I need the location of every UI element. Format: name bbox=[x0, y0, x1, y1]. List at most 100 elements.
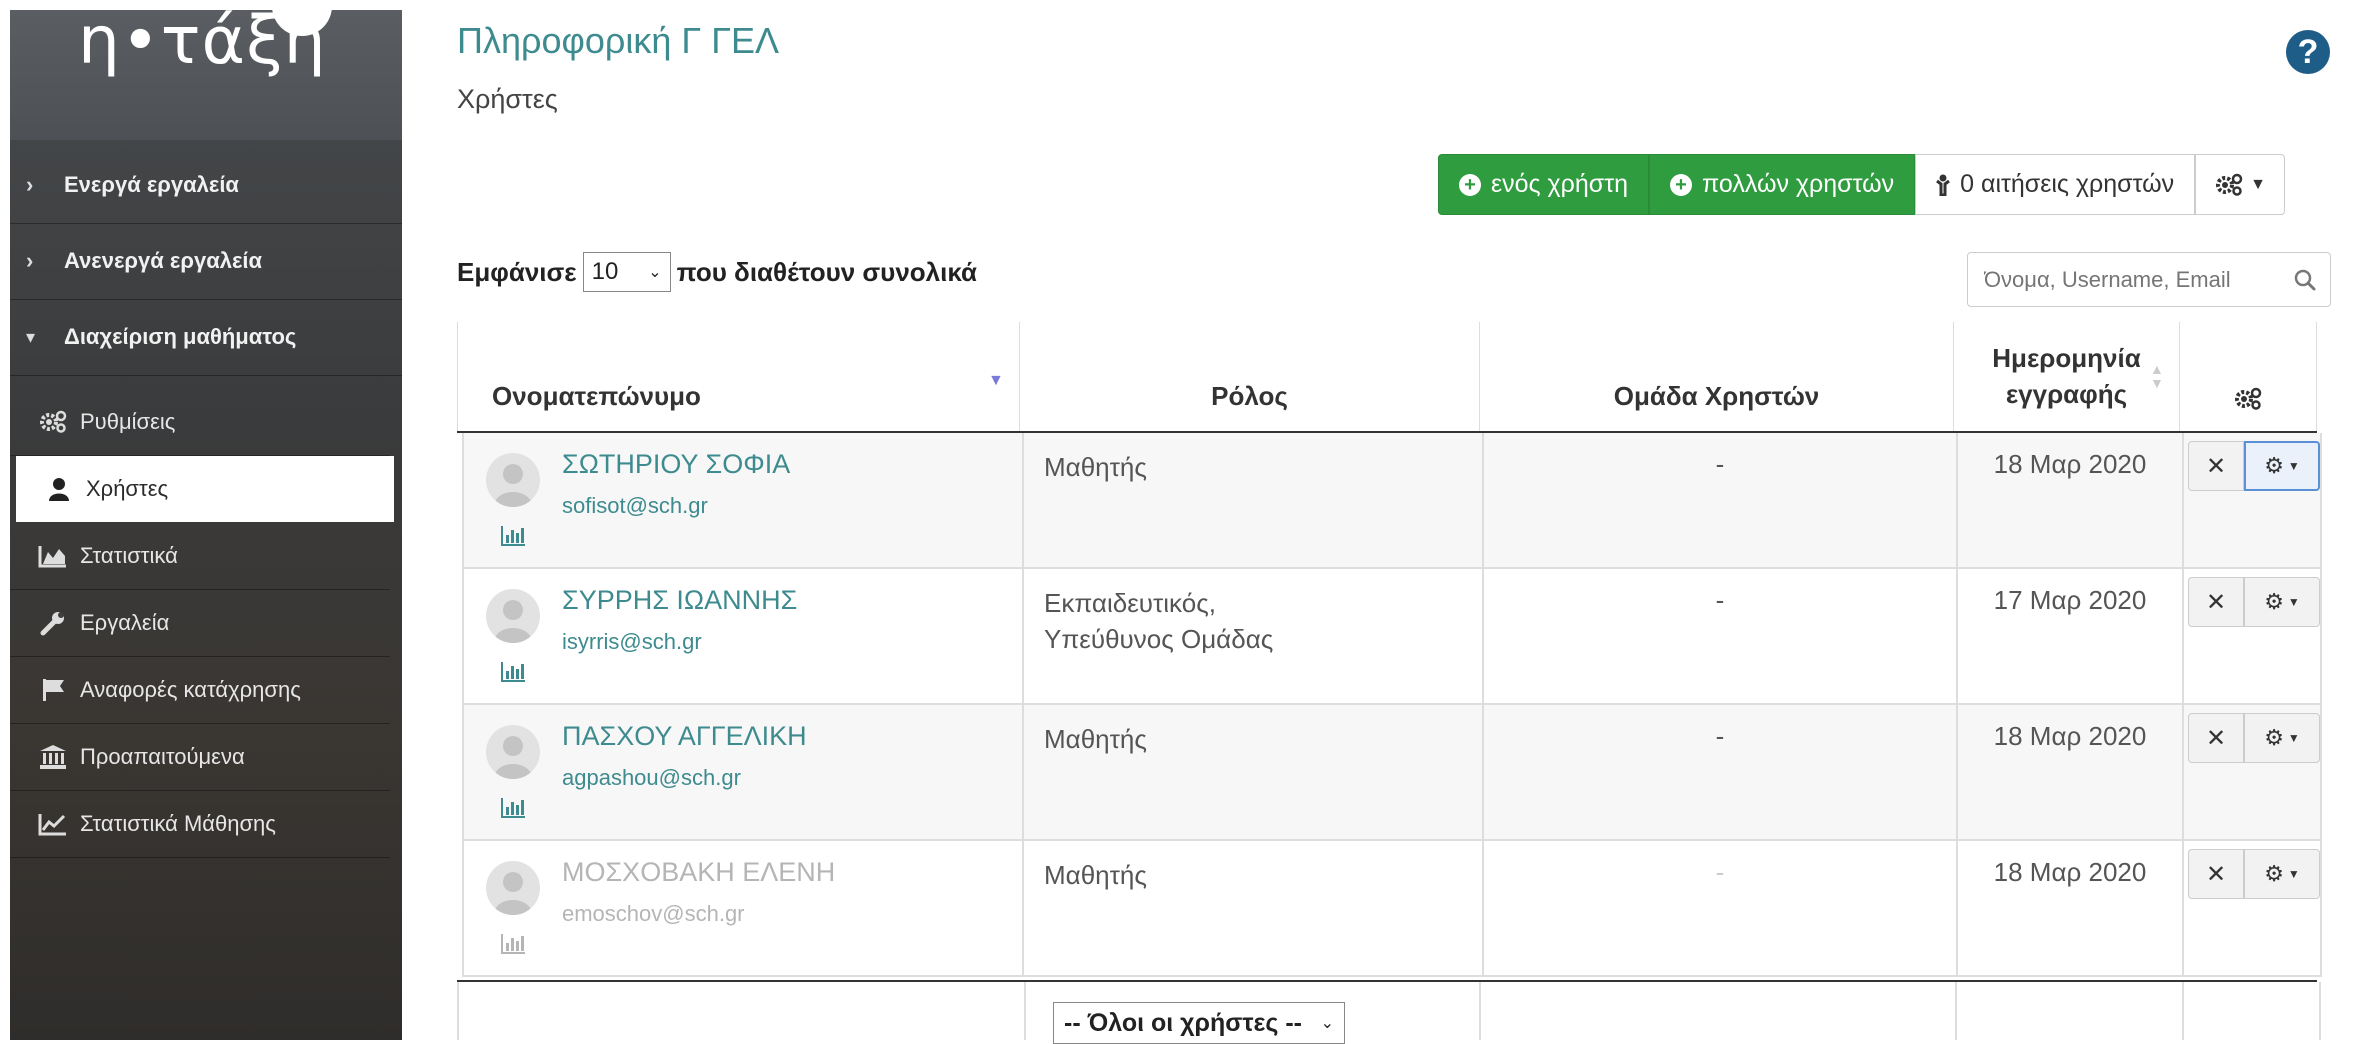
page-size-select[interactable]: 10 ⌄ bbox=[582, 252, 671, 292]
add-multiple-users-button[interactable]: + πολλών χρηστών bbox=[1649, 154, 1916, 215]
sidebar-item-prerequisites[interactable]: Προαπαιτούμενα bbox=[10, 724, 390, 791]
role-cell: Εκπαιδευτικός, Υπεύθυνος Ομάδας bbox=[1024, 569, 1484, 703]
column-divider bbox=[1024, 982, 1026, 1040]
user-options-dropdown[interactable]: ⚙ ▼ bbox=[2244, 849, 2320, 899]
sidebar-item-settings[interactable]: Ρυθμίσεις bbox=[10, 389, 390, 456]
role-filter-select[interactable]: -- Όλοι οι χρήστες -- ⌄ bbox=[1053, 1002, 1345, 1044]
sidebar-section-active-tools[interactable]: › Ενεργά εργαλεία bbox=[10, 147, 402, 224]
table-row: ΣΥΡΡΗΣ ΙΩΑΝΝΗΣ isyrris@sch.gr Εκπαιδευτι… bbox=[462, 569, 2322, 705]
toolbar-options-dropdown[interactable]: ▼ bbox=[2195, 154, 2285, 215]
sidebar-item-users[interactable]: Χρήστες bbox=[16, 456, 394, 522]
help-button[interactable]: ? bbox=[2286, 30, 2330, 74]
user-email-link[interactable]: agpashou@sch.gr bbox=[562, 765, 741, 791]
user-cell: ΠΑΣΧΟΥ ΑΓΓΕΛΙΚΗ agpashou@sch.gr bbox=[462, 705, 1024, 839]
search-icon[interactable] bbox=[2294, 269, 2316, 291]
role-cell: Μαθητής bbox=[1024, 705, 1484, 839]
chevron-right-icon: › bbox=[26, 172, 34, 197]
remove-user-button[interactable]: ✕ bbox=[2188, 577, 2244, 627]
user-name-link[interactable]: ΠΑΣΧΟΥ ΑΓΓΕΛΙΚΗ bbox=[562, 721, 807, 752]
user-requests-button[interactable]: 0 αιτήσεις χρηστών bbox=[1915, 154, 2196, 215]
add-multiple-users-label: πολλών χρηστών bbox=[1702, 170, 1895, 198]
user-requests-label: 0 αιτήσεις χρηστών bbox=[1960, 170, 2175, 198]
user-email-link[interactable]: isyrris@sch.gr bbox=[562, 629, 702, 655]
add-user-label: ενός χρήστη bbox=[1491, 170, 1628, 198]
registration-date: 17 Μαρ 2020 bbox=[1993, 585, 2147, 615]
column-header-name[interactable]: Ονοματεπώνυμο ▼ bbox=[457, 322, 1019, 432]
bar-chart-icon[interactable] bbox=[500, 931, 526, 962]
user-email-link[interactable]: sofisot@sch.gr bbox=[562, 493, 708, 519]
role-text: Μαθητής bbox=[1044, 860, 1147, 890]
sidebar-item-abuse-reports[interactable]: Αναφορές κατάχρησης bbox=[10, 657, 390, 724]
close-icon: ✕ bbox=[2205, 588, 2227, 616]
user-options-dropdown[interactable]: ⚙ ▼ bbox=[2244, 713, 2320, 763]
sidebar-item-label: Προαπαιτούμενα bbox=[80, 744, 245, 769]
group-text: - bbox=[1715, 449, 1725, 479]
remove-user-button[interactable]: ✕ bbox=[2188, 713, 2244, 763]
user-options-dropdown[interactable]: ⚙ ▼ bbox=[2244, 577, 2320, 627]
user-options-dropdown[interactable]: ⚙ ▼ bbox=[2244, 441, 2320, 491]
group-cell: - bbox=[1484, 433, 1958, 567]
sidebar-item-label: Ρυθμίσεις bbox=[80, 409, 176, 434]
sidebar-item-tools[interactable]: Εργαλεία bbox=[10, 590, 390, 657]
date-cell: 17 Μαρ 2020 bbox=[1958, 569, 2184, 703]
course-title[interactable]: Πληροφορική Γ ΓΕΛ bbox=[457, 20, 779, 62]
area-chart-icon bbox=[38, 544, 68, 568]
user-email-link[interactable]: emoschov@sch.gr bbox=[562, 901, 745, 927]
sidebar: η•τάξη › Ενεργά εργαλεία › Ανενεργά εργα… bbox=[10, 10, 402, 1040]
caret-down-icon: ▼ bbox=[2250, 175, 2266, 193]
line-chart-icon bbox=[38, 812, 68, 836]
role-cell: Μαθητής bbox=[1024, 433, 1484, 567]
group-text: - bbox=[1715, 721, 1725, 751]
caret-down-icon: ▼ bbox=[2287, 595, 2300, 609]
table-row: ΜΟΣΧΟΒΑΚΗ ΕΛΕΝΗ emoschov@sch.gr Μαθητής … bbox=[462, 841, 2322, 977]
avatar bbox=[486, 453, 540, 507]
avatar bbox=[486, 861, 540, 915]
sidebar-item-learning-analytics[interactable]: Στατιστικά Μάθησης bbox=[10, 791, 390, 858]
child-icon bbox=[1936, 174, 1951, 196]
close-icon: ✕ bbox=[2205, 452, 2227, 480]
role-cell: Μαθητής bbox=[1024, 841, 1484, 975]
row-actions: ✕ ⚙ ▼ bbox=[2188, 849, 2320, 899]
user-name-link[interactable]: ΣΩΤΗΡΙΟΥ ΣΟΦΙΑ bbox=[562, 449, 790, 480]
user-name-link[interactable]: ΣΥΡΡΗΣ ΙΩΑΝΝΗΣ bbox=[562, 585, 797, 616]
remove-user-button[interactable]: ✕ bbox=[2188, 849, 2244, 899]
user-name-link[interactable]: ΜΟΣΧΟΒΑΚΗ ΕΛΕΝΗ bbox=[562, 857, 835, 888]
gears-icon bbox=[2233, 386, 2263, 412]
bar-chart-icon[interactable] bbox=[500, 659, 526, 690]
role-text: Μαθητής bbox=[1044, 452, 1147, 482]
close-icon: ✕ bbox=[2205, 724, 2227, 752]
user-cell: ΣΩΤΗΡΙΟΥ ΣΟΦΙΑ sofisot@sch.gr bbox=[462, 433, 1024, 567]
sidebar-section-course-admin[interactable]: ▾ Διαχείριση μαθήματος bbox=[10, 299, 402, 376]
role-text: Εκπαιδευτικός, bbox=[1044, 588, 1216, 618]
chevron-down-icon: ▾ bbox=[26, 326, 36, 347]
search-input[interactable] bbox=[1982, 265, 2294, 294]
registration-date: 18 Μαρ 2020 bbox=[1993, 721, 2147, 751]
institution-icon bbox=[38, 744, 68, 770]
column-header-role[interactable]: Ρόλος bbox=[1019, 322, 1479, 432]
sidebar-item-statistics[interactable]: Στατιστικά bbox=[10, 523, 390, 590]
add-user-button[interactable]: + ενός χρήστη bbox=[1438, 154, 1649, 215]
row-actions: ✕ ⚙ ▼ bbox=[2188, 577, 2320, 627]
column-divider bbox=[1955, 982, 1957, 1040]
bar-chart-icon[interactable] bbox=[500, 795, 526, 826]
user-icon bbox=[44, 477, 74, 501]
sidebar-section-label: Ενεργά εργαλεία bbox=[64, 172, 239, 197]
sidebar-section-inactive-tools[interactable]: › Ανενεργά εργαλεία bbox=[10, 223, 402, 300]
page-size-control: Εμφάνισε 10 ⌄ που διαθέτουν συνολικά bbox=[457, 252, 977, 292]
date-cell: 18 Μαρ 2020 bbox=[1958, 433, 2184, 567]
column-divider bbox=[2319, 982, 2321, 1040]
sort-desc-icon: ▼ bbox=[988, 372, 1004, 389]
gear-icon: ⚙ bbox=[2264, 725, 2284, 750]
table-row: ΠΑΣΧΟΥ ΑΓΓΕΛΙΚΗ agpashou@sch.gr Μαθητής … bbox=[462, 705, 2322, 841]
remove-user-button[interactable]: ✕ bbox=[2188, 441, 2244, 491]
bar-chart-icon[interactable] bbox=[500, 523, 526, 554]
registration-date: 18 Μαρ 2020 bbox=[1993, 857, 2147, 887]
wrench-icon bbox=[38, 610, 68, 636]
caret-down-icon: ▼ bbox=[2287, 459, 2300, 473]
column-header-group[interactable]: Ομάδα Χρηστών bbox=[1479, 322, 1953, 432]
row-actions: ✕ ⚙ ▼ bbox=[2188, 441, 2320, 491]
caret-down-icon: ▼ bbox=[2287, 867, 2300, 881]
sidebar-item-label: Στατιστικά bbox=[80, 543, 178, 568]
column-header-date[interactable]: Ημερομηνία εγγραφής ▲ ▼ bbox=[1953, 322, 2179, 432]
caret-down-icon: ▼ bbox=[2287, 731, 2300, 745]
